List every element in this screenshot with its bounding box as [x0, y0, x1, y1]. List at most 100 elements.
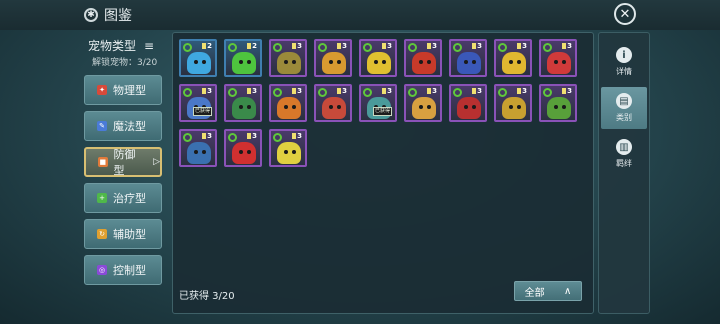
category-button[interactable]: ◎ 控制型 — [84, 255, 162, 285]
pet-eye — [509, 105, 513, 109]
pet-level: 3 — [472, 87, 482, 95]
pet-card[interactable]: 3 — [359, 39, 397, 77]
category-icon: ✦ — [97, 85, 107, 95]
page-title: ✱ 图鉴 — [84, 5, 132, 25]
pet-card[interactable]: 3 — [404, 39, 442, 77]
filter-dropdown[interactable]: 全部 ∧ — [514, 281, 582, 301]
pet-card[interactable]: 3 — [224, 84, 262, 122]
pet-eye — [562, 105, 566, 109]
pet-eye — [247, 105, 251, 109]
element-ring-icon — [408, 88, 417, 97]
category-label: 治疗型 — [113, 192, 146, 205]
pet-portrait — [412, 52, 436, 74]
category-label: 魔法型 — [113, 120, 146, 133]
category-label: 防御型 — [113, 148, 136, 177]
pet-card[interactable]: 2 — [224, 39, 262, 77]
element-ring-icon — [228, 88, 237, 97]
pet-eye — [562, 60, 566, 64]
category-button[interactable]: ✦ 物理型 — [84, 75, 162, 105]
chevron-up-icon: ∧ — [563, 285, 572, 297]
chevron-right-icon: ▷ — [153, 157, 160, 167]
right-tab[interactable]: ▤ 类别 — [601, 87, 647, 129]
pet-card[interactable]: 3 — [449, 84, 487, 122]
pet-card[interactable]: 2 — [179, 39, 217, 77]
pet-level: 3 — [292, 132, 302, 140]
pet-card[interactable]: 3 — [539, 84, 577, 122]
pet-eye — [284, 150, 288, 154]
pet-eye — [239, 150, 243, 154]
pet-level: 3 — [382, 87, 392, 95]
pet-card[interactable]: 3 — [224, 129, 262, 167]
pet-level: 3 — [202, 132, 212, 140]
close-button[interactable]: ✕ — [614, 3, 636, 25]
element-ring-icon — [183, 133, 192, 142]
pet-level: 3 — [562, 42, 572, 50]
pet-collection-panel: 2 2 3 3 3 3 3 3 3 3 已获得 3 3 3 3 已获得 3 3 … — [172, 32, 594, 314]
pet-level: 2 — [247, 42, 257, 50]
pet-eye — [554, 105, 558, 109]
pet-level: 3 — [292, 87, 302, 95]
element-ring-icon — [453, 88, 462, 97]
category-button[interactable]: ■ 防御型 ▷ — [84, 147, 162, 177]
pet-eye — [292, 105, 296, 109]
category-button[interactable]: ↻ 辅助型 — [84, 219, 162, 249]
pet-eye — [509, 60, 513, 64]
element-ring-icon — [273, 88, 282, 97]
pet-card[interactable]: 3 已获得 — [179, 84, 217, 122]
pet-card[interactable]: 3 — [269, 129, 307, 167]
element-ring-icon — [318, 43, 327, 52]
pet-portrait — [322, 52, 346, 74]
category-icon: ◎ — [97, 265, 107, 275]
pet-card[interactable]: 3 — [269, 84, 307, 122]
pet-card[interactable]: 3 — [179, 129, 217, 167]
right-tab-bar: i 详情 ▤ 类别 ▥ 羁绊 — [598, 32, 650, 314]
category-icon: ✎ — [97, 121, 107, 131]
pet-eye — [427, 105, 431, 109]
element-ring-icon — [273, 43, 282, 52]
pet-card[interactable]: 3 — [494, 84, 532, 122]
pet-portrait — [232, 52, 256, 74]
pet-eye — [284, 60, 288, 64]
pet-card[interactable]: 3 — [404, 84, 442, 122]
pet-eye — [337, 105, 341, 109]
pet-card[interactable]: 3 — [314, 84, 352, 122]
category-button[interactable]: ✎ 魔法型 — [84, 111, 162, 141]
right-tab[interactable]: i 详情 — [601, 41, 647, 83]
pet-grid: 2 2 3 3 3 3 3 3 3 3 已获得 3 3 3 3 已获得 3 3 … — [179, 39, 589, 181]
pet-eye — [284, 105, 288, 109]
pet-eye — [329, 60, 333, 64]
pet-eye — [427, 60, 431, 64]
obtained-tag: 已获得 — [373, 107, 393, 116]
right-tab[interactable]: ▥ 羁绊 — [601, 133, 647, 175]
element-ring-icon — [318, 88, 327, 97]
pet-portrait — [502, 97, 526, 119]
element-ring-icon — [453, 43, 462, 52]
category-icon: ■ — [98, 157, 108, 167]
element-ring-icon — [228, 43, 237, 52]
pet-eye — [239, 60, 243, 64]
pet-type-label: 宠物类型 — [88, 39, 137, 53]
category-button[interactable]: + 治疗型 — [84, 183, 162, 213]
pet-level: 3 — [292, 42, 302, 50]
pet-level: 3 — [337, 42, 347, 50]
menu-icon[interactable]: ≡ — [144, 39, 154, 53]
element-ring-icon — [363, 43, 372, 52]
pet-card[interactable]: 3 已获得 — [359, 84, 397, 122]
category-label: 物理型 — [113, 84, 146, 97]
pet-eye — [517, 105, 521, 109]
pet-eye — [374, 60, 378, 64]
close-icon: ✕ — [619, 6, 631, 22]
pet-eye — [329, 105, 333, 109]
tab-label: 类别 — [616, 113, 632, 122]
pet-card[interactable]: 3 — [314, 39, 352, 77]
pet-level: 3 — [337, 87, 347, 95]
pet-card[interactable]: 3 — [269, 39, 307, 77]
pet-card[interactable]: 3 — [539, 39, 577, 77]
filter-label: 全部 — [524, 287, 545, 299]
pet-card[interactable]: 3 — [449, 39, 487, 77]
pet-eye — [464, 105, 468, 109]
pet-level: 3 — [517, 42, 527, 50]
element-ring-icon — [498, 43, 507, 52]
pet-card[interactable]: 3 — [494, 39, 532, 77]
pet-eye — [247, 150, 251, 154]
